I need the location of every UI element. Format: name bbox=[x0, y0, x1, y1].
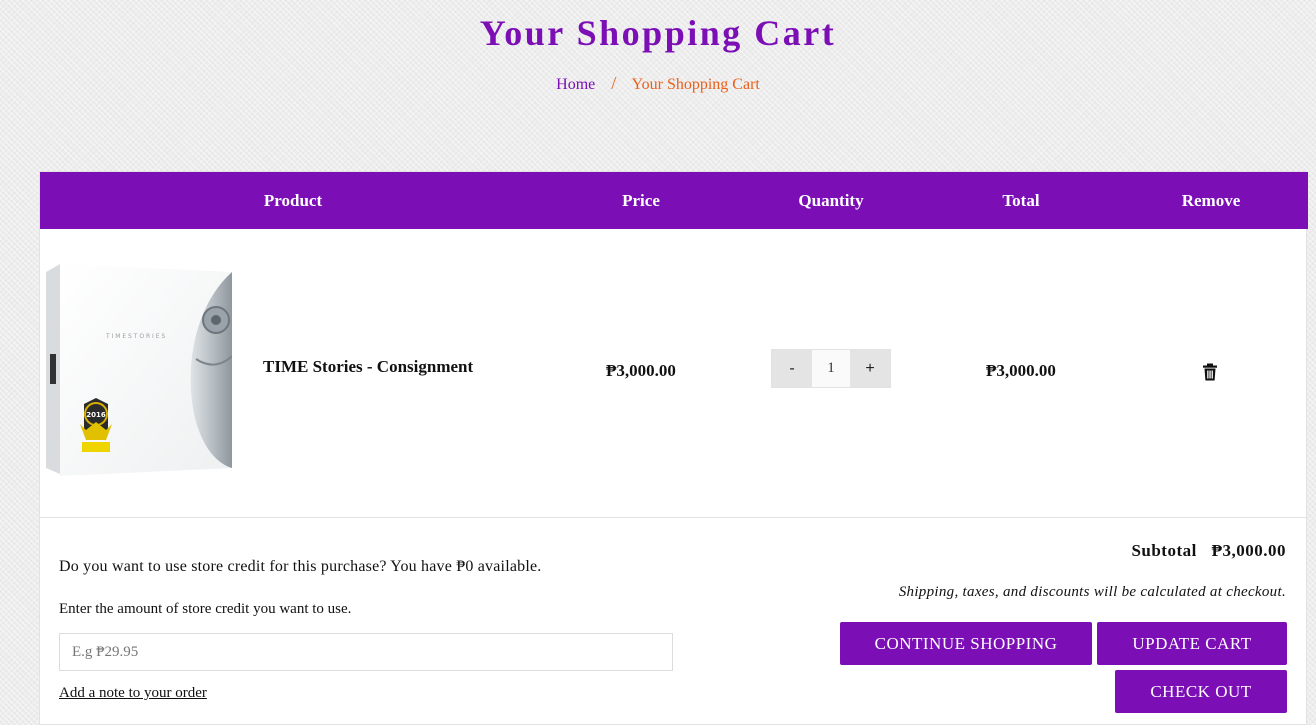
breadcrumb: Home / Your Shopping Cart bbox=[0, 73, 1316, 94]
header-total: Total bbox=[1002, 191, 1040, 210]
store-credit-input[interactable] bbox=[59, 633, 673, 671]
page-title: Your Shopping Cart bbox=[479, 13, 837, 53]
update-cart-button[interactable]: UPDATE CART bbox=[1097, 622, 1287, 665]
subtotal: Subtotal ₱3,000.00 bbox=[1131, 541, 1286, 561]
box-title-text: T I M E S T O R I E S bbox=[105, 333, 165, 340]
header-price: Price bbox=[622, 191, 660, 210]
add-order-note-link[interactable]: Add a note to your order bbox=[59, 685, 207, 702]
quantity-value[interactable]: 1 bbox=[812, 350, 850, 387]
breadcrumb-current: Your Shopping Cart bbox=[631, 76, 760, 93]
breadcrumb-home-link[interactable]: Home bbox=[556, 76, 595, 93]
cart-panel: Product Price Quantity Total Remove T I … bbox=[39, 171, 1308, 725]
quantity-increment-button[interactable]: + bbox=[850, 350, 890, 387]
item-price: ₱3,000.00 bbox=[606, 361, 676, 380]
trash-icon[interactable] bbox=[1202, 363, 1218, 381]
continue-shopping-button[interactable]: CONTINUE SHOPPING bbox=[840, 622, 1092, 665]
cart-item-row: T I M E S T O R I E S 2016 TIME Stories … bbox=[40, 229, 1306, 518]
store-credit-question: Do you want to use store credit for this… bbox=[59, 558, 542, 575]
header-remove: Remove bbox=[1181, 191, 1241, 210]
store-credit-label: Enter the amount of store credit you wan… bbox=[59, 601, 352, 617]
subtotal-value: ₱3,000.00 bbox=[1211, 541, 1286, 560]
check-out-button[interactable]: CHECK OUT bbox=[1115, 670, 1287, 713]
quantity-stepper: - 1 + bbox=[771, 349, 891, 388]
product-name[interactable]: TIME Stories - Consignment bbox=[263, 357, 473, 377]
item-total: ₱3,000.00 bbox=[986, 361, 1056, 380]
quantity-decrement-button[interactable]: - bbox=[772, 350, 812, 387]
header-quantity: Quantity bbox=[798, 191, 864, 210]
product-image[interactable]: T I M E S T O R I E S 2016 bbox=[46, 264, 232, 476]
cart-table-header: Product Price Quantity Total Remove bbox=[40, 172, 1308, 229]
subtotal-label: Subtotal bbox=[1131, 541, 1197, 560]
breadcrumb-separator: / bbox=[611, 73, 617, 93]
header-product: Product bbox=[263, 191, 323, 210]
award-year-text: 2016 bbox=[86, 411, 106, 419]
shipping-note: Shipping, taxes, and discounts will be c… bbox=[898, 584, 1286, 600]
